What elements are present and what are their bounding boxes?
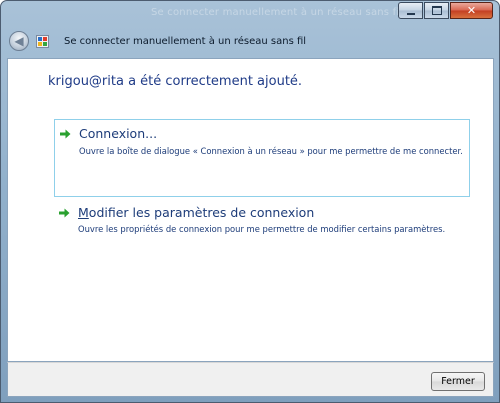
minimize-button[interactable] (398, 2, 423, 19)
green-arrow-icon (60, 129, 71, 139)
window-title-ghost: Se connecter manuellement à un réseau sa… (151, 7, 403, 18)
connect-command-link[interactable]: Connexion... Ouvre la boîte de dialogue … (54, 119, 470, 197)
back-arrow-icon: ◀ (14, 33, 24, 48)
close-icon: ✕ (466, 4, 477, 17)
minimize-icon (406, 12, 415, 15)
green-arrow-icon (59, 208, 70, 218)
dialog-footer: Fermer (7, 362, 494, 397)
maximize-icon (431, 6, 442, 15)
connect-command-description: Ouvre la boîte de dialogue « Connexion à… (79, 146, 463, 156)
title-bar: Se connecter manuellement à un réseau sa… (1, 1, 499, 26)
content-area: krigou@rita a été correctement ajouté. C… (7, 58, 494, 362)
modify-settings-command-title: Modifier les paramètres de connexion (78, 205, 314, 220)
connect-command-title: Connexion... (79, 126, 158, 141)
close-window-button[interactable]: ✕ (450, 2, 493, 19)
maximize-button[interactable] (424, 2, 449, 19)
navigation-bar: ◀ Se connecter manuellement à un réseau … (1, 26, 499, 58)
modify-settings-command-link[interactable]: Modifier les paramètres de connexion Ouv… (54, 201, 470, 241)
network-name: krigou@rita (48, 74, 124, 89)
close-button[interactable]: Fermer (431, 372, 485, 391)
back-button[interactable]: ◀ (9, 31, 29, 51)
page-heading: krigou@rita a été correctement ajouté. (48, 74, 302, 89)
caption-buttons: ✕ (398, 2, 493, 19)
modify-settings-title-rest: odifier les paramètres de connexion (88, 205, 315, 220)
modify-settings-command-description: Ouvre les propriétés de connexion pour m… (78, 224, 446, 234)
heading-text: a été correctement ajouté. (123, 74, 303, 89)
access-key-letter: M (78, 205, 89, 220)
dialog-window: Se connecter manuellement à un réseau sa… (0, 0, 500, 403)
dialog-title: Se connecter manuellement à un réseau sa… (64, 36, 307, 47)
wireless-network-icon (36, 35, 49, 48)
